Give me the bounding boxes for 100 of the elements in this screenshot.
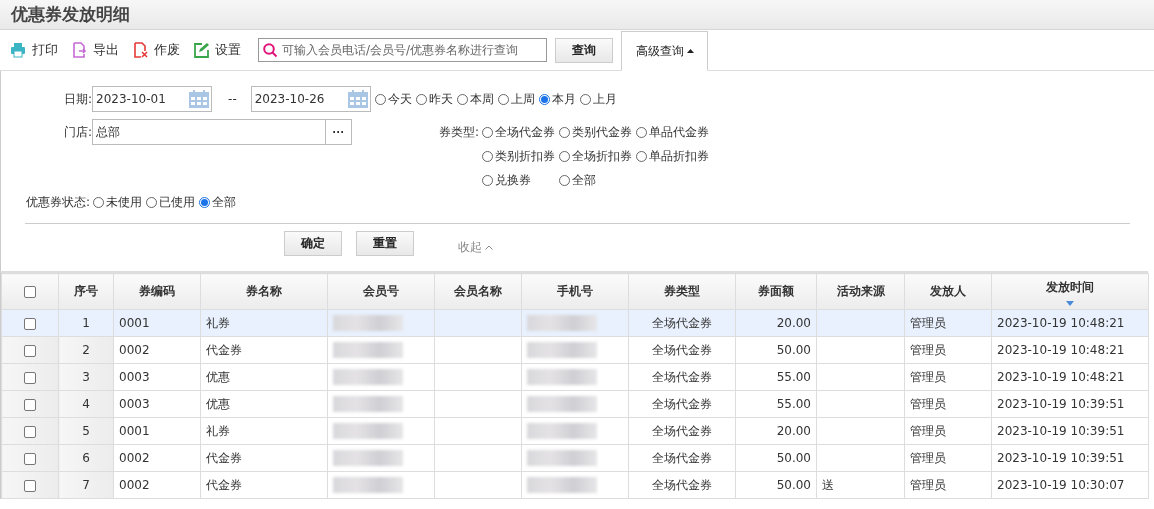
column-header[interactable]: 会员名称: [434, 273, 522, 310]
radio-label[interactable]: 本月: [551, 90, 576, 108]
radio-button[interactable]: [559, 175, 571, 186]
table-cell: 管理员: [904, 417, 992, 445]
radio-label[interactable]: 全部: [572, 172, 597, 189]
radio-button[interactable]: [559, 127, 571, 138]
column-header[interactable]: 券面额: [735, 273, 817, 310]
column-header[interactable]: 发放时间: [991, 273, 1149, 310]
radio-label[interactable]: 已使用: [159, 194, 196, 211]
column-header[interactable]: 会员号: [327, 273, 435, 310]
radio-label[interactable]: 本周: [469, 90, 494, 108]
column-header[interactable]: 手机号: [521, 273, 629, 310]
table-cell: 管理员: [904, 309, 992, 337]
radio-button[interactable]: [497, 93, 509, 105]
table-cell: 代金券: [200, 471, 328, 499]
table-cell: 50.00: [735, 336, 817, 364]
table-cell: 2023-10-19 10:39:51: [991, 417, 1149, 445]
table-cell: 2023-10-19 10:48:21: [991, 336, 1149, 364]
reset-button[interactable]: 重置: [356, 231, 414, 256]
radio-button[interactable]: [559, 151, 571, 162]
row-checkbox[interactable]: [24, 344, 36, 357]
query-button[interactable]: 查询: [555, 37, 613, 63]
table-cell: 2023-10-19 10:48:21: [991, 309, 1149, 337]
row-checkbox[interactable]: [24, 479, 36, 492]
date-field[interactable]: 2023-10-01: [92, 86, 213, 112]
collapse-link[interactable]: 收起: [458, 239, 493, 256]
radio-label[interactable]: 全部: [212, 194, 237, 211]
radio-button[interactable]: [636, 151, 648, 162]
radio-label[interactable]: 单品折扣券: [649, 148, 710, 165]
radio-label[interactable]: 类别代金券: [572, 124, 633, 141]
caret-icon: [686, 49, 694, 53]
confirm-button[interactable]: 确定: [284, 231, 342, 256]
radio-button[interactable]: [636, 127, 648, 138]
radio-label[interactable]: 兑换券: [495, 172, 532, 189]
edit-icon: [193, 42, 209, 58]
table-cell: 50.00: [735, 471, 817, 499]
table-cell: 管理员: [904, 390, 992, 418]
table-cell: 全场代金券: [628, 444, 736, 472]
row-checkbox[interactable]: [24, 398, 36, 411]
status-label: 优惠券状态:: [26, 194, 91, 211]
radio-label[interactable]: 上周: [510, 90, 535, 108]
store-field[interactable]: 总部 ···: [92, 119, 353, 145]
column-header[interactable]: 券类型: [628, 273, 736, 310]
table-cell: 代金券: [200, 444, 328, 472]
column-header[interactable]: 券编码: [113, 273, 201, 310]
type-label: 券类型:: [439, 124, 480, 141]
table-cell: 2023-10-19 10:48:21: [991, 363, 1149, 391]
column-header[interactable]: 券名称: [200, 273, 328, 310]
radio-button[interactable]: [482, 151, 494, 162]
radio-label[interactable]: 全场代金券: [495, 124, 556, 141]
radio-label[interactable]: 今天: [387, 90, 412, 108]
radio-button[interactable]: [93, 197, 105, 208]
column-header[interactable]: 活动来源: [816, 273, 905, 310]
table-cell: 全场代金券: [628, 363, 736, 391]
radio-button[interactable]: [415, 93, 427, 105]
radio-label[interactable]: 上月: [592, 90, 617, 108]
settings-button[interactable]: 设置: [193, 41, 241, 59]
radio-label[interactable]: 全场折扣券: [572, 148, 633, 165]
radio-button[interactable]: [482, 127, 494, 138]
advanced-search-tab[interactable]: 高级查询: [621, 31, 708, 71]
table-cell: 优惠: [200, 390, 328, 418]
table-cell: 20.00: [735, 309, 817, 337]
printer-icon: [10, 42, 26, 58]
table-cell: 0001: [113, 309, 201, 337]
table-cell: 2023-10-19 10:30:07: [991, 471, 1149, 499]
table-cell: 管理员: [904, 444, 992, 472]
export-button[interactable]: 导出: [71, 41, 119, 59]
row-checkbox[interactable]: [24, 317, 36, 330]
table-cell: 2023-10-19 10:39:51: [991, 390, 1149, 418]
row-checkbox[interactable]: [24, 371, 36, 384]
radio-button[interactable]: [199, 197, 211, 208]
radio-button[interactable]: [456, 93, 468, 105]
radio-button[interactable]: [579, 93, 591, 105]
radio-label[interactable]: 类别折扣券: [495, 148, 556, 165]
table-cell: 20.00: [735, 417, 817, 445]
search-field[interactable]: 可输入会员电话/会员号/优惠券名称进行查询: [258, 38, 547, 62]
table-cell: 0002: [113, 471, 201, 499]
date-value: 2023-10-01: [96, 92, 166, 106]
radio-button[interactable]: [146, 197, 158, 208]
radio-button[interactable]: [538, 93, 550, 105]
radio-label[interactable]: 昨天: [428, 90, 453, 108]
radio-label[interactable]: 未使用: [106, 194, 143, 211]
radio-label[interactable]: 单品代金券: [649, 124, 710, 141]
window-title: 优惠券发放明细: [11, 4, 130, 24]
table-cell: 全场代金券: [628, 336, 736, 364]
column-header[interactable]: 发放人: [904, 273, 992, 310]
table-cell: 优惠: [200, 363, 328, 391]
radio-button[interactable]: [374, 93, 386, 105]
row-checkbox[interactable]: [24, 425, 36, 438]
void-button[interactable]: 作废: [132, 41, 180, 59]
date-field[interactable]: 2023-10-26: [250, 86, 371, 112]
radio-button[interactable]: [482, 175, 494, 186]
column-header[interactable]: 序号: [58, 273, 114, 310]
table-cell: 全场代金券: [628, 309, 736, 337]
print-button[interactable]: 打印: [10, 41, 58, 59]
row-checkbox[interactable]: [24, 452, 36, 465]
document-cross-icon: [132, 42, 148, 58]
search-icon: [263, 42, 278, 58]
table-cell: 50.00: [735, 444, 817, 472]
checkbox[interactable]: [24, 286, 36, 298]
